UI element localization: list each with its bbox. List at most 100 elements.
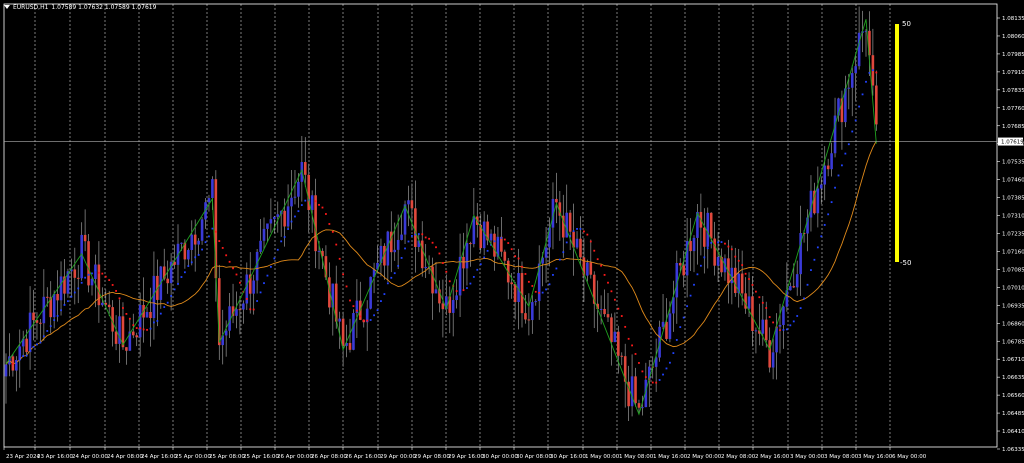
- trail-dot-up: [49, 325, 52, 327]
- trail-dot-down: [875, 71, 878, 74]
- bull-candle: [575, 238, 579, 248]
- trail-dot-down: [359, 315, 362, 318]
- trail-dot-up: [42, 335, 45, 338]
- chart-window[interactable]: 23 Apr 2024 23 Apr 16:00 24 Apr 00:00 24 Ap…: [0, 0, 1024, 463]
- trail-dot-up: [276, 248, 279, 251]
- trail-dot-up: [70, 295, 73, 298]
- trail-dot-up: [672, 352, 675, 355]
- bear-candle: [610, 317, 613, 343]
- trail-dot-down: [779, 329, 781, 332]
- chart-header: EURUSD,H1 1.07589 1.07632 1.07589 1.0761…: [4, 2, 156, 12]
- trail-dot-down: [104, 275, 107, 278]
- trail-dot-up: [552, 274, 554, 276]
- trail-dot-up: [476, 268, 479, 271]
- y-tick-label: 1.07235: [1002, 232, 1024, 238]
- bear-candle: [348, 342, 352, 350]
- bear-candle: [875, 85, 878, 125]
- trail-dot-up: [46, 330, 49, 332]
- trail-dot-down: [125, 313, 128, 315]
- trail-dot-down: [328, 223, 331, 225]
- trail-dot-down: [314, 200, 317, 203]
- bear-candle: [303, 162, 307, 175]
- bull-candle: [771, 352, 775, 368]
- trail-dot-up: [417, 233, 420, 235]
- x-tick-label: 26 Apr 00:00: [277, 454, 313, 460]
- trail-dot-down: [349, 299, 351, 302]
- x-tick-label: 24 Apr 08:00: [107, 454, 143, 460]
- bull-candle: [269, 219, 273, 224]
- bull-candle: [338, 318, 341, 322]
- bull-candle: [242, 303, 245, 310]
- bear-candle: [431, 266, 434, 294]
- trail-dot-up: [39, 341, 42, 344]
- trail-dot-up: [211, 227, 214, 230]
- bear-candle: [462, 256, 465, 269]
- trail-dot-down: [583, 230, 585, 233]
- trail-dot-up: [813, 258, 816, 261]
- trail-dot-down: [761, 301, 764, 304]
- bull-candle: [789, 286, 792, 291]
- current-price-label: 1.07619: [1001, 140, 1024, 146]
- bull-candle: [28, 312, 32, 353]
- trail-dot-up: [407, 240, 410, 243]
- bull-candle: [252, 280, 255, 294]
- trail-dot-up: [36, 343, 38, 346]
- trail-dot-up: [710, 241, 713, 244]
- trail-dot-down: [638, 362, 640, 364]
- trail-dot-up: [15, 361, 18, 364]
- bull-candle: [795, 274, 799, 288]
- y-tick-label: 1.07310: [1002, 214, 1024, 220]
- trail-dot-up: [799, 307, 802, 310]
- trail-dot-up: [297, 210, 300, 213]
- trail-dot-down: [534, 290, 537, 293]
- trail-dot-up: [386, 282, 389, 285]
- x-tick-label: 6 May 00:00: [892, 454, 927, 460]
- bear-candle: [314, 195, 317, 252]
- bear-candle: [513, 284, 517, 303]
- bear-candle: [166, 278, 169, 284]
- trail-dot-up: [785, 328, 788, 331]
- trail-dot-up: [266, 274, 269, 277]
- bear-candle: [493, 233, 496, 257]
- price-chart[interactable]: 23 Apr 202423 Apr 16:00 24 Apr 00:00 24 Ap…: [0, 0, 1024, 463]
- bear-candle: [45, 296, 49, 298]
- y-tick-label: 1.07910: [1002, 70, 1024, 76]
- trail-dot-down: [431, 241, 434, 244]
- trail-dot-down: [521, 265, 523, 268]
- trail-dot-up: [675, 339, 678, 341]
- bull-candle: [4, 364, 8, 377]
- bull-candle: [352, 313, 355, 350]
- zigzag-line: [5, 19, 877, 416]
- trail-dot-up: [834, 186, 836, 189]
- x-tick-label: 1 May 16:00: [653, 454, 688, 460]
- bull-candle: [761, 319, 765, 334]
- trail-dot-down: [610, 290, 613, 293]
- bull-candle: [396, 239, 400, 250]
- bull-candle: [661, 321, 665, 327]
- x-tick-label: 30 Apr 08:00: [516, 454, 552, 460]
- bull-candle: [52, 293, 56, 318]
- bull-candle: [857, 32, 861, 67]
- trail-dot-up: [25, 354, 28, 357]
- trail-dot-down: [503, 238, 506, 241]
- trail-dot-down: [101, 272, 104, 275]
- trail-dot-up: [669, 361, 671, 364]
- bear-candle: [341, 318, 345, 346]
- trail-dot-down: [741, 264, 744, 266]
- trail-dot-up: [256, 300, 259, 302]
- trail-dot-up: [156, 320, 159, 322]
- bear-candle: [589, 262, 593, 275]
- bear-candle: [76, 277, 80, 279]
- trail-dot-down: [768, 316, 771, 318]
- bear-candle: [238, 309, 242, 311]
- trail-dot-up: [689, 294, 692, 297]
- bull-candle: [668, 313, 672, 339]
- bear-candle: [441, 303, 445, 310]
- trail-dot-up: [483, 256, 486, 259]
- y-tick-label: 1.06410: [1002, 429, 1024, 435]
- bull-candle: [101, 302, 104, 306]
- trail-dot-up: [572, 230, 575, 233]
- bear-candle: [149, 311, 152, 319]
- bull-candle: [830, 153, 833, 170]
- bull-candle: [276, 214, 280, 217]
